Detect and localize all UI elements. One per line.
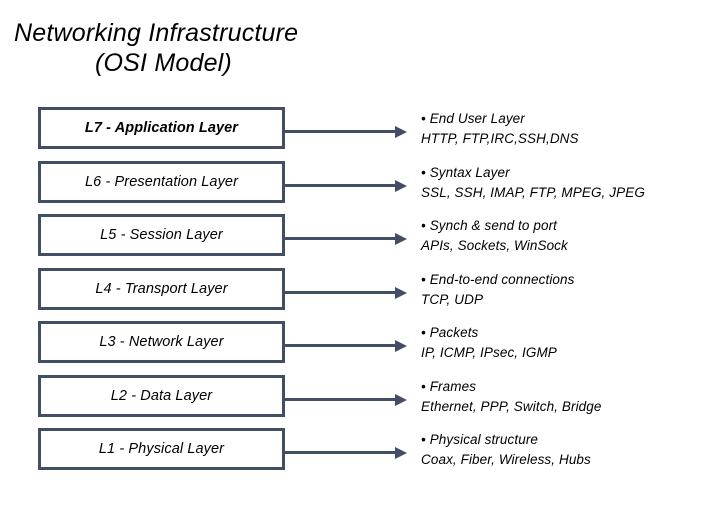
- arrow-head: [395, 286, 407, 299]
- layer-box-label: L3 - Network Layer: [99, 334, 224, 350]
- layer-protocols: APIs, Sockets, WinSock: [421, 238, 568, 253]
- layer-row: L5 - Session Layer Synch & send to port AP…: [0, 214, 711, 256]
- layer-row: L7 - Application Layer End User Layer HTTP…: [0, 107, 711, 149]
- arrow-head: [395, 233, 407, 245]
- layer-row: L6 - Presentation Layer Syntax LayerSSL, …: [0, 160, 711, 203]
- arrow-head: [395, 447, 407, 459]
- layer-box-7[interactable]: L7 - Application Layer: [38, 107, 285, 149]
- layer-box-label: L1 - Physical Layer: [98, 441, 225, 457]
- layer-box-5[interactable]: L5 - Session Layer: [38, 214, 285, 256]
- arrow-line: [285, 130, 397, 133]
- layer-description: FramesEthernet, PPP, Switch, Bridge: [421, 377, 706, 417]
- layer-description: Synch & send to port APIs, Sockets, WinSo…: [421, 216, 706, 256]
- arrow-right-icon: [285, 393, 410, 406]
- layer-protocols: Coax, Fiber, Wireless, Hubs: [421, 452, 591, 467]
- arrow-head: [395, 179, 407, 192]
- layer-row: L1 - Physical Layer Physical structure Coa…: [0, 428, 711, 470]
- layer-box-label: L4 - Transport Layer: [95, 280, 228, 297]
- layer-box-label: L2 - Data Layer: [110, 387, 213, 404]
- layer-protocols: HTTP, FTP,IRC,SSH,DNS: [421, 131, 579, 146]
- arrow-line: [285, 290, 397, 294]
- layer-summary: Packets: [421, 323, 706, 343]
- arrow-line: [285, 237, 397, 240]
- layer-summary: End-to-end connections: [421, 270, 706, 290]
- arrow-line: [285, 183, 397, 187]
- layer-list: L7 - Application Layer End User Layer HTTP…: [0, 0, 711, 509]
- layer-protocols: Ethernet, PPP, Switch, Bridge: [421, 398, 602, 414]
- layer-protocols: TCP, UDP: [421, 291, 484, 307]
- arrow-right-icon: [285, 340, 410, 352]
- layer-summary: Syntax Layer: [421, 163, 706, 183]
- arrow-right-icon: [285, 447, 410, 459]
- layer-box-label: L6 - Presentation Layer: [84, 173, 239, 190]
- layer-description: Physical structure Coax, Fiber, Wireless,…: [421, 430, 706, 470]
- arrow-right-icon: [285, 126, 410, 138]
- layer-summary: Frames: [421, 377, 706, 397]
- layer-row: L2 - Data Layer FramesEthernet, PPP, Swit…: [0, 374, 711, 417]
- arrow-line: [285, 451, 397, 454]
- layer-protocols: IP, ICMP, IPsec, IGMP: [421, 345, 557, 360]
- layer-box-label: L7 - Application Layer: [84, 120, 239, 136]
- arrow-right-icon: [285, 286, 410, 299]
- layer-description: Packets IP, ICMP, IPsec, IGMP: [421, 323, 706, 363]
- arrow-right-icon: [285, 179, 410, 192]
- layer-row: L4 - Transport Layer End-to-end connectio…: [0, 267, 711, 310]
- osi-model-slide: Networking Infrastructure (OSI Model) L7…: [0, 0, 711, 509]
- layer-description: End User Layer HTTP, FTP,IRC,SSH,DNS: [421, 109, 706, 149]
- layer-description: End-to-end connectionsTCP, UDP: [421, 270, 706, 310]
- layer-summary: Synch & send to port: [421, 216, 706, 236]
- layer-box-1[interactable]: L1 - Physical Layer: [38, 428, 285, 470]
- layer-box-label: L5 - Session Layer: [100, 227, 223, 243]
- layer-box-3[interactable]: L3 - Network Layer: [38, 321, 285, 363]
- layer-summary: Physical structure: [421, 430, 706, 450]
- layer-box-4[interactable]: L4 - Transport Layer: [38, 267, 285, 310]
- arrow-right-icon: [285, 233, 410, 245]
- layer-row: L3 - Network Layer Packets IP, ICMP, IPsec…: [0, 321, 711, 363]
- arrow-head: [395, 393, 407, 406]
- layer-protocols: SSL, SSH, IMAP, FTP, MPEG, JPEG: [421, 184, 645, 200]
- arrow-head: [395, 126, 407, 138]
- arrow-head: [395, 340, 407, 352]
- arrow-line: [285, 397, 397, 401]
- layer-box-6[interactable]: L6 - Presentation Layer: [38, 160, 285, 203]
- layer-description: Syntax LayerSSL, SSH, IMAP, FTP, MPEG, J…: [421, 163, 706, 203]
- layer-summary: End User Layer: [421, 109, 706, 129]
- arrow-line: [285, 344, 397, 347]
- layer-box-2[interactable]: L2 - Data Layer: [38, 374, 285, 417]
